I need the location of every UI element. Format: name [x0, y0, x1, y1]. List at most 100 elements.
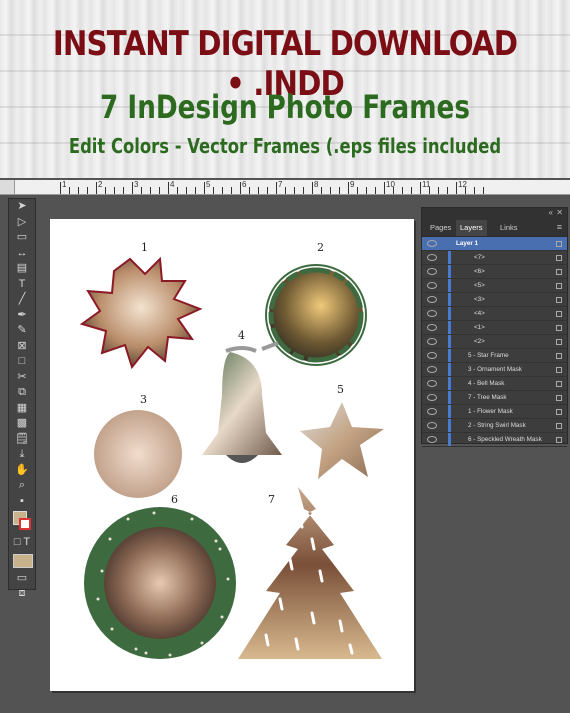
formatting-container-icon[interactable]: □ T — [9, 535, 35, 551]
visibility-eye-icon[interactable] — [427, 296, 437, 303]
tab-layers[interactable]: Layers — [456, 220, 487, 236]
selection-box-icon[interactable] — [556, 297, 562, 303]
selection-box-icon[interactable] — [556, 395, 562, 401]
horizontal-ruler[interactable]: 1 2 3 4 5 6 7 8 9 10 11 12 — [0, 180, 570, 195]
layer-item-row[interactable]: 5 - Star Frame — [422, 349, 567, 363]
visibility-eye-icon[interactable] — [427, 338, 437, 345]
visibility-eye-icon[interactable] — [427, 282, 437, 289]
ornament-frame[interactable] — [94, 410, 182, 498]
gradient-feather-tool-icon[interactable]: ▩ — [9, 416, 35, 432]
collapse-icon[interactable]: « — [549, 208, 553, 217]
eyedropper-tool-icon[interactable]: ⤓ — [9, 447, 35, 463]
selection-box-icon[interactable] — [556, 367, 562, 373]
panel-menu-icon[interactable]: ≡ — [557, 222, 562, 232]
selection-box-icon[interactable] — [556, 283, 562, 289]
scissors-tool-icon[interactable]: ✂ — [9, 370, 35, 386]
selection-box-icon[interactable] — [556, 269, 562, 275]
frame-label-2: 2 — [317, 241, 324, 254]
selection-box-icon[interactable] — [556, 353, 562, 359]
ruler-origin[interactable] — [0, 180, 15, 194]
gap-tool-icon[interactable]: ↔ — [9, 246, 35, 262]
flower-frame[interactable] — [79, 256, 203, 370]
visibility-eye-icon[interactable] — [427, 436, 437, 443]
rectangle-tool-icon[interactable]: □ — [9, 354, 35, 370]
visibility-eye-icon[interactable] — [427, 324, 437, 331]
layer-color-bar — [448, 251, 451, 264]
ruler-minor-tick — [321, 187, 322, 194]
layer-item-row[interactable]: 7 - Tree Mask — [422, 391, 567, 405]
selection-box-icon[interactable] — [556, 325, 562, 331]
ruler-minor-tick — [465, 187, 466, 194]
selection-box-icon[interactable] — [556, 339, 562, 345]
free-transform-tool-icon[interactable]: ⧉ — [9, 385, 35, 401]
ruler-number: 2 — [98, 180, 103, 189]
direct-selection-tool-icon[interactable]: ▷ — [9, 215, 35, 231]
gradient-tool-icon[interactable]: ▦ — [9, 401, 35, 417]
visibility-eye-icon[interactable] — [427, 310, 437, 317]
layer-item-row[interactable]: 1 - Flower Mask — [422, 405, 567, 419]
screen-mode-icon[interactable]: ▭ — [9, 571, 35, 587]
visibility-eye-icon[interactable] — [427, 366, 437, 373]
layer-item-row[interactable]: 4 - Bell Mask — [422, 377, 567, 391]
selection-box-icon[interactable] — [556, 311, 562, 317]
selection-box-icon[interactable] — [556, 409, 562, 415]
visibility-eye-icon[interactable] — [427, 408, 437, 415]
layer-item-row[interactable]: 6 - Speckled Wreath Mask — [422, 433, 567, 447]
tree-frame[interactable] — [238, 487, 382, 659]
layer-row[interactable]: Layer 1 — [422, 237, 567, 251]
selection-box-icon[interactable] — [556, 437, 562, 443]
visibility-eye-icon[interactable] — [427, 254, 437, 261]
pen-tool-icon[interactable]: ✒ — [9, 308, 35, 324]
tab-links[interactable]: Links — [496, 220, 522, 236]
tab-pages[interactable]: Pages — [426, 220, 455, 236]
star-frame[interactable] — [300, 402, 384, 479]
rectangle-frame-tool-icon[interactable]: ⊠ — [9, 339, 35, 355]
wreath-frame-photo[interactable] — [104, 527, 216, 639]
layer-item-row[interactable]: 2 - String Swirl Mask — [422, 419, 567, 433]
fill-stroke-swatches[interactable] — [9, 509, 35, 535]
apply-color-swatch[interactable] — [13, 553, 33, 568]
selection-box-icon[interactable] — [556, 381, 562, 387]
layer-item-label: <3> — [474, 296, 485, 303]
ruler-minor-tick — [78, 187, 79, 194]
hand-tool-icon[interactable]: ✋ — [9, 463, 35, 479]
layer-item-row[interactable]: <4> — [422, 307, 567, 321]
visibility-eye-icon[interactable] — [427, 422, 437, 429]
layer-item-row[interactable]: <1> — [422, 321, 567, 335]
content-collector-icon[interactable]: ▤ — [9, 261, 35, 277]
panel-tabs: Pages Layers Links ≡ — [422, 220, 567, 237]
type-tool-icon[interactable]: T — [9, 277, 35, 293]
view-mode-icon[interactable]: ⧈ — [9, 586, 35, 602]
selection-tool-icon[interactable]: ➤ — [9, 199, 35, 215]
layer-item-row[interactable]: <2> — [422, 335, 567, 349]
layer-item-label: 6 - Speckled Wreath Mask — [468, 436, 542, 443]
visibility-eye-icon[interactable] — [427, 380, 437, 387]
layer-item-row[interactable]: <3> — [422, 293, 567, 307]
pencil-tool-icon[interactable]: ✎ — [9, 323, 35, 339]
close-icon[interactable]: ✕ — [556, 208, 563, 217]
visibility-eye-icon[interactable] — [427, 268, 437, 275]
selection-box-icon[interactable] — [556, 423, 562, 429]
frame-label-6: 6 — [171, 493, 178, 506]
layer-item-row[interactable]: <7> — [422, 251, 567, 265]
document-page[interactable]: 1 2 3 4 5 6 7 — [50, 219, 414, 691]
layer-item-row[interactable]: <6> — [422, 265, 567, 279]
selection-box-icon[interactable] — [556, 255, 562, 261]
page-tool-icon[interactable]: ▭ — [9, 230, 35, 246]
line-tool-icon[interactable]: ╱ — [9, 292, 35, 308]
selection-box-icon[interactable] — [556, 241, 562, 247]
note-tool-icon[interactable]: 🗒 — [9, 432, 35, 448]
stroke-swatch[interactable] — [19, 518, 31, 530]
zoom-tool-icon[interactable]: ⌕ — [9, 478, 35, 494]
ruler-number: 8 — [314, 180, 319, 189]
ruler-minor-tick — [483, 187, 484, 194]
layer-item-row[interactable]: 3 - Ornament Mask — [422, 363, 567, 377]
layer-item-row[interactable]: <5> — [422, 279, 567, 293]
visibility-eye-icon[interactable] — [427, 352, 437, 359]
default-colors-icon[interactable]: ▪ — [9, 494, 35, 510]
layers-panel: « ✕ Pages Layers Links ≡ Layer 1 <7> <6> <… — [421, 207, 568, 447]
ruler-minor-tick — [285, 187, 286, 194]
visibility-eye-icon[interactable] — [427, 394, 437, 401]
bell-frame[interactable] — [202, 352, 282, 455]
visibility-eye-icon[interactable] — [427, 240, 437, 247]
